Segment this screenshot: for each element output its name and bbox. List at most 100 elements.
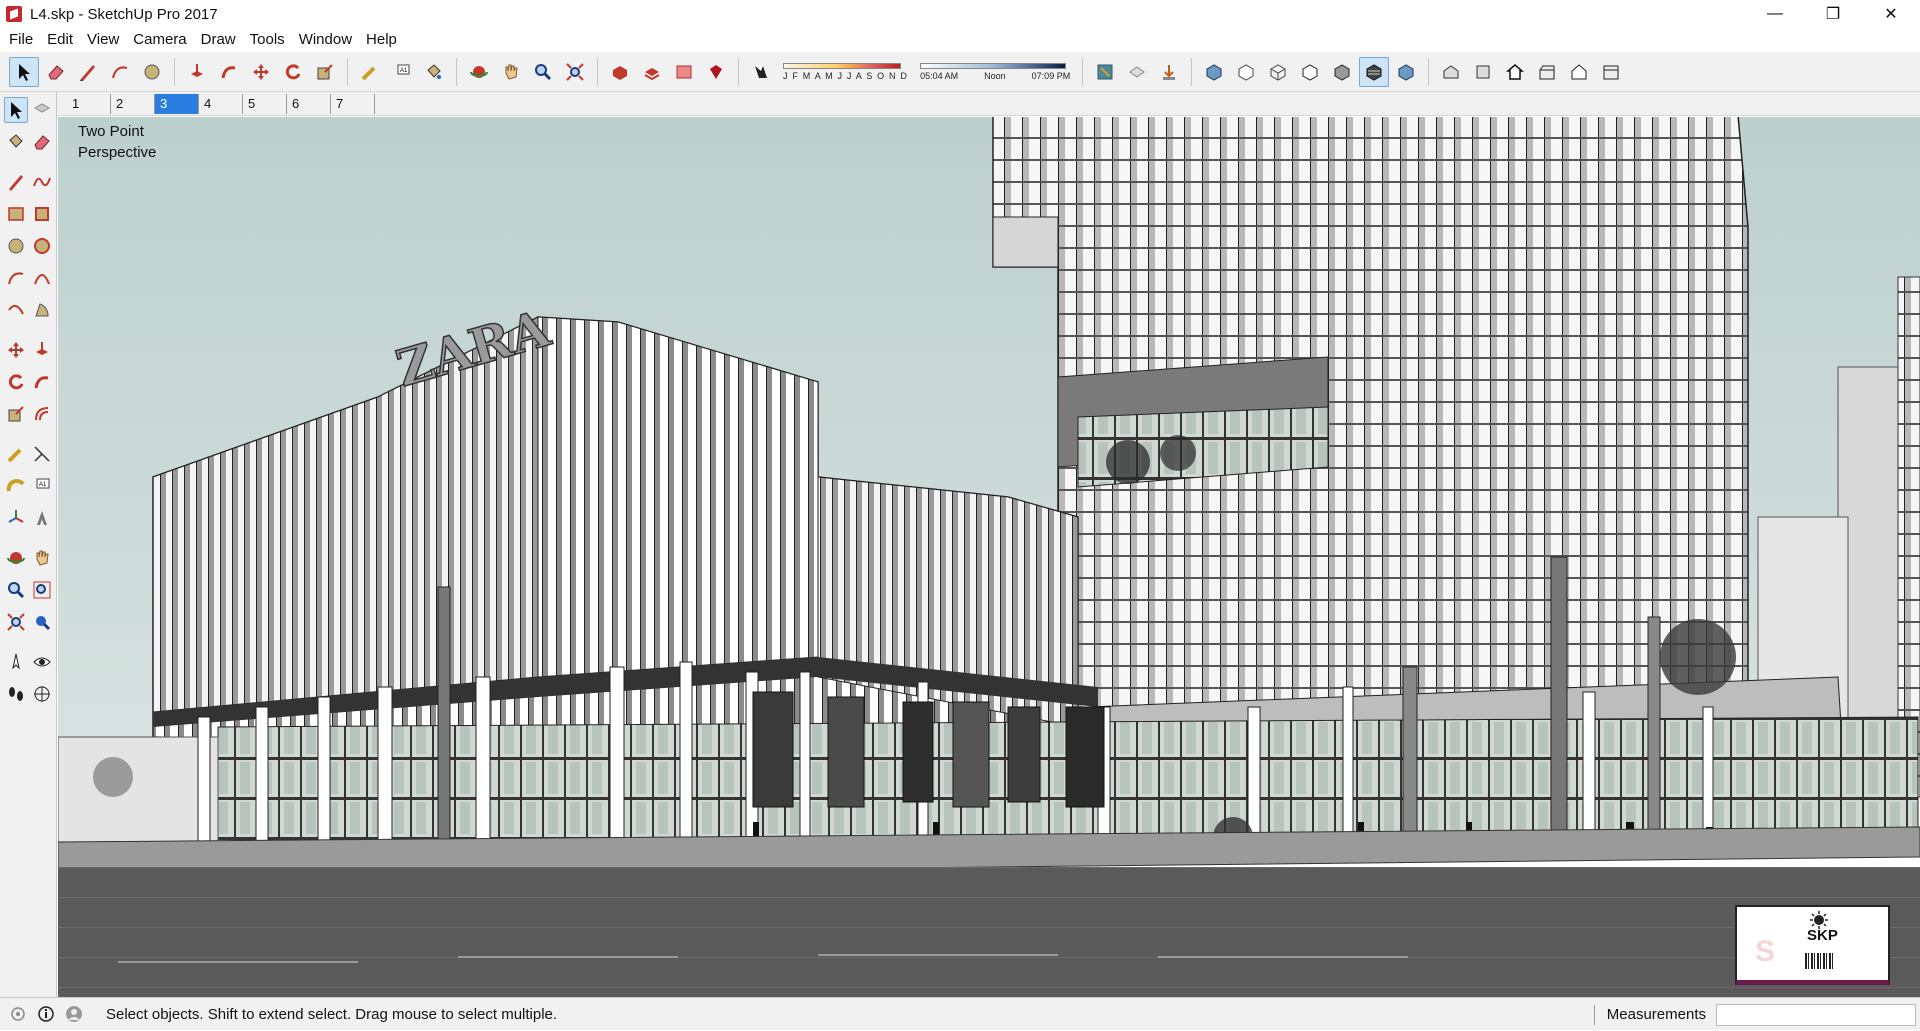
hidden-line-button[interactable] <box>1295 57 1325 87</box>
palette-move-button[interactable] <box>4 337 28 363</box>
section-plane-button[interactable] <box>1090 57 1120 87</box>
scale-button[interactable] <box>310 57 340 87</box>
extension-warehouse-button[interactable] <box>669 57 699 87</box>
palette-rotate-button[interactable] <box>4 369 28 395</box>
palette-3pt-arc-button[interactable] <box>4 297 28 323</box>
palette-component-button[interactable] <box>30 97 54 123</box>
palette-pan-button[interactable] <box>30 545 54 571</box>
back-edges-button[interactable] <box>1231 57 1261 87</box>
paint-bucket-button[interactable] <box>419 57 449 87</box>
menu-edit[interactable]: Edit <box>40 28 80 52</box>
palette-3d-text-button[interactable] <box>30 505 54 531</box>
scene-tab-5[interactable]: 5 <box>243 93 287 114</box>
palette-zoom-button[interactable] <box>4 577 28 603</box>
scene-tab-6[interactable]: 6 <box>287 93 331 114</box>
menu-window[interactable]: Window <box>292 28 359 52</box>
right-view-button[interactable] <box>1532 57 1562 87</box>
measurements-input[interactable] <box>1716 1003 1916 1026</box>
orbit-button[interactable] <box>464 57 494 87</box>
close-button[interactable]: ✕ <box>1862 0 1920 28</box>
scene-tab-1[interactable]: 1 <box>67 93 111 114</box>
3d-viewport[interactable]: ZARA Two Point Perspective <box>58 117 1920 997</box>
shaded-textures-button[interactable] <box>1359 56 1390 87</box>
tape-measure-button[interactable] <box>355 57 385 87</box>
restore-button[interactable]: ❐ <box>1804 0 1862 28</box>
palette-circle-button[interactable] <box>4 233 28 259</box>
palette-select-button[interactable] <box>4 97 29 123</box>
shapes-tool-button[interactable] <box>137 57 167 87</box>
palette-position-camera-button[interactable] <box>4 649 28 675</box>
scene-tab-4[interactable]: 4 <box>199 93 243 114</box>
palette-arc-button[interactable] <box>4 265 28 291</box>
palette-dimension-button[interactable] <box>30 441 54 467</box>
palette-text-button[interactable]: A1 <box>30 473 54 499</box>
palette-paint-button[interactable] <box>4 129 28 155</box>
palette-2pt-arc-button[interactable] <box>30 265 54 291</box>
left-view-button[interactable] <box>1596 57 1626 87</box>
palette-previous-view-button[interactable] <box>30 609 54 635</box>
rotate-button[interactable] <box>278 57 308 87</box>
push-pull-button[interactable] <box>182 57 212 87</box>
shadow-time-slider[interactable]: 05:04 AM Noon 07:09 PM <box>920 62 1070 81</box>
monochrome-button[interactable] <box>1391 57 1421 87</box>
palette-polygon-button[interactable] <box>30 233 54 259</box>
front-view-button[interactable] <box>1500 57 1530 87</box>
scene-tab-2[interactable]: 2 <box>111 93 155 114</box>
palette-rectangle-button[interactable] <box>4 201 28 227</box>
palette-axes-button[interactable] <box>4 505 28 531</box>
palette-look-around-button[interactable] <box>30 649 54 675</box>
palette-freehand-button[interactable] <box>30 169 54 195</box>
line-tool-button[interactable] <box>73 57 103 87</box>
iso-view-button[interactable] <box>1436 57 1466 87</box>
scene-tab-3[interactable]: 3 <box>155 93 199 114</box>
palette-orbit-button[interactable] <box>4 545 28 571</box>
shadows-toggle-button[interactable] <box>746 57 776 87</box>
palette-section-plane-button[interactable] <box>30 681 54 707</box>
section-display-button[interactable] <box>1122 57 1152 87</box>
follow-me-button[interactable] <box>214 57 244 87</box>
extension-store-button[interactable] <box>701 57 731 87</box>
menu-tools[interactable]: Tools <box>243 28 292 52</box>
palette-protractor-button[interactable] <box>4 473 28 499</box>
menu-draw[interactable]: Draw <box>194 28 243 52</box>
3d-warehouse-button[interactable] <box>605 57 635 87</box>
palette-eraser-button[interactable] <box>30 129 54 155</box>
palette-zoom-window-button[interactable] <box>30 577 54 603</box>
menu-file[interactable]: File <box>2 28 40 52</box>
eraser-tool-button[interactable] <box>41 57 71 87</box>
menu-view[interactable]: View <box>80 28 126 52</box>
shaded-button[interactable] <box>1327 57 1357 87</box>
zoom-extents-button[interactable] <box>560 57 590 87</box>
wireframe-button[interactable] <box>1263 57 1293 87</box>
sketchup-app-icon[interactable] <box>6 6 22 22</box>
credits-icon[interactable] <box>36 1004 56 1024</box>
palette-tape-button[interactable] <box>4 441 28 467</box>
xray-button[interactable] <box>1199 57 1229 87</box>
palette-follow-me-button[interactable] <box>30 369 54 395</box>
arc-tool-button[interactable] <box>105 57 135 87</box>
move-button[interactable] <box>246 57 276 87</box>
text-tool-button[interactable]: A1 <box>387 57 417 87</box>
palette-rotated-rectangle-button[interactable] <box>30 201 54 227</box>
back-view-button[interactable] <box>1564 57 1594 87</box>
palette-scale-button[interactable] <box>4 401 28 427</box>
palette-offset-button[interactable] <box>30 401 54 427</box>
share-model-button[interactable] <box>637 57 667 87</box>
geolocation-icon[interactable] <box>8 1004 28 1024</box>
palette-line-button[interactable] <box>4 169 28 195</box>
palette-push-pull-button[interactable] <box>30 337 54 363</box>
scene-tab-7[interactable]: 7 <box>331 93 375 114</box>
minimize-button[interactable]: — <box>1746 0 1804 28</box>
select-tool-button[interactable] <box>9 56 39 87</box>
menu-camera[interactable]: Camera <box>126 28 193 52</box>
top-view-button[interactable] <box>1468 57 1498 87</box>
pan-button[interactable] <box>496 57 526 87</box>
palette-zoom-extents-button[interactable] <box>4 609 28 635</box>
section-fill-button[interactable] <box>1154 57 1184 87</box>
palette-walk-button[interactable] <box>4 681 28 707</box>
zoom-button[interactable] <box>528 57 558 87</box>
user-account-icon[interactable] <box>64 1004 84 1024</box>
shadow-month-slider[interactable]: J F M A M J J A S O N D <box>783 62 908 81</box>
palette-pie-button[interactable] <box>30 297 54 323</box>
menu-help[interactable]: Help <box>359 28 404 52</box>
